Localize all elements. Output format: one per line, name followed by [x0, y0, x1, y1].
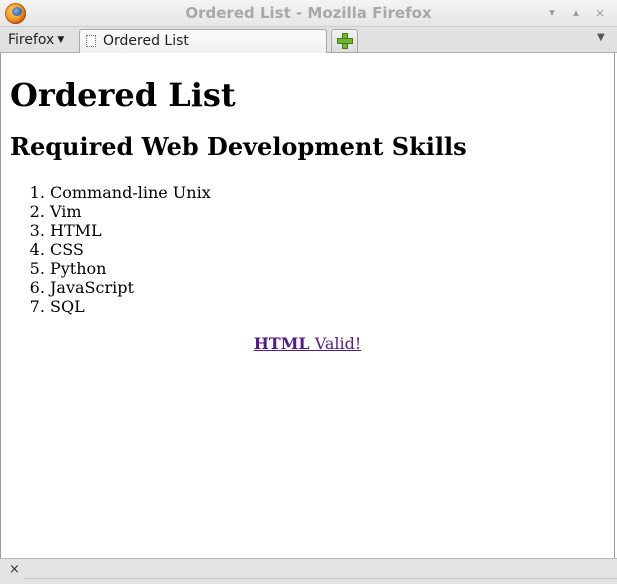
tab-bar: Firefox ▼ Ordered List ▼ [0, 27, 617, 53]
firefox-menu-button[interactable]: Firefox ▼ [0, 27, 71, 52]
maximize-icon[interactable]: ▴ [568, 5, 584, 21]
page-favicon-icon [86, 35, 96, 47]
chevron-down-icon: ▼ [57, 35, 65, 45]
tab-ordered-list[interactable]: Ordered List [79, 29, 327, 53]
status-bar: × [0, 558, 617, 584]
list-item: Command-line Unix [50, 183, 211, 202]
page-title: Ordered List [10, 76, 236, 114]
tab-label: Ordered List [103, 33, 189, 49]
html-valid-link[interactable]: HTML Valid! [254, 334, 362, 353]
list-item: CSS [50, 240, 211, 259]
minimize-icon[interactable]: ▾ [544, 5, 560, 21]
plus-icon [337, 33, 353, 49]
close-icon[interactable]: × [592, 5, 608, 21]
validator-link-container: HTML Valid! [1, 334, 614, 353]
list-item: HTML [50, 221, 211, 240]
window-titlebar: Ordered List - Mozilla Firefox ▾ ▴ × [0, 0, 617, 27]
window-title: Ordered List - Mozilla Firefox [185, 4, 432, 22]
close-addon-bar-icon[interactable]: × [9, 562, 20, 577]
html-valid-bold: HTML [253, 334, 310, 353]
list-item: Python [50, 259, 211, 278]
addon-bar-strip [24, 578, 617, 582]
html-valid-text: Valid! [309, 334, 362, 353]
page-subtitle: Required Web Development Skills [10, 132, 467, 161]
new-tab-button[interactable] [331, 29, 358, 52]
list-item: SQL [50, 297, 211, 316]
firefox-menu-label: Firefox [8, 32, 55, 48]
skills-list: Command-line Unix Vim HTML CSS Python Ja… [50, 183, 211, 316]
page-content[interactable]: Ordered List Required Web Development Sk… [0, 53, 615, 558]
list-item: Vim [50, 202, 211, 221]
list-item: JavaScript [50, 278, 211, 297]
tab-list-dropdown-icon[interactable]: ▼ [597, 32, 605, 43]
